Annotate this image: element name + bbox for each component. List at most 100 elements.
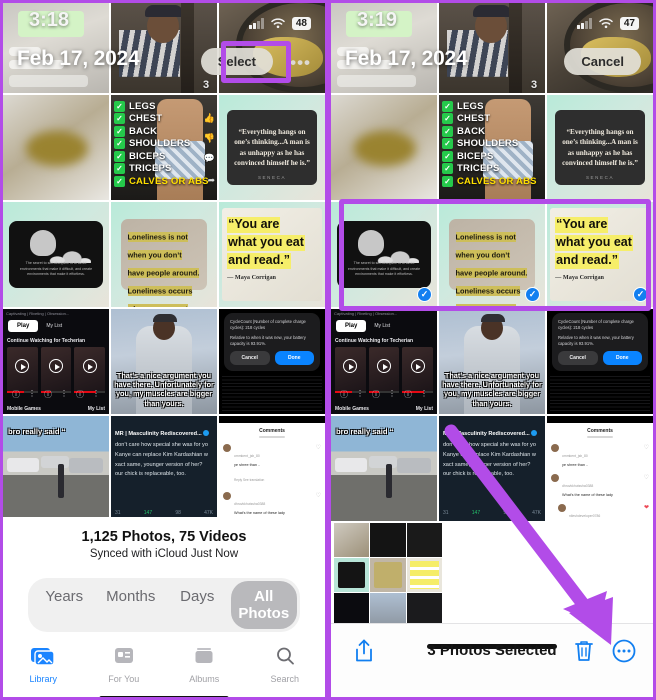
photo-muscle-meme[interactable]: That’s a nice argument you have there. U… xyxy=(111,309,217,414)
selected-check-icon[interactable]: ✓ xyxy=(633,287,648,302)
photo-zen-discipline[interactable]: The secret to self-discipline is to avoi… xyxy=(3,202,109,307)
avatar xyxy=(551,444,559,452)
photo-battery-dialog[interactable]: CycleCount (Number of complete charge cy… xyxy=(219,309,325,414)
photo-blurred-food[interactable] xyxy=(331,95,437,200)
view-count: 47K xyxy=(204,510,213,516)
delete-button[interactable] xyxy=(573,638,595,669)
battery-dialog-card: CycleCount (Number of complete charge cy… xyxy=(224,313,320,371)
photo-seneca-quote[interactable]: “Everything hangs on one’s thinking...A … xyxy=(219,95,325,200)
photo-tweet-screenshot[interactable]: MR | Masculinity Rediscovered... don’t c… xyxy=(439,416,545,521)
heart-icon[interactable]: ♡ xyxy=(316,444,321,486)
search-icon xyxy=(276,647,294,665)
workout-item: ✓ TRICEPS xyxy=(442,163,545,174)
zen-card: The secret to self-discipline is to avoi… xyxy=(9,220,103,289)
segment-months[interactable]: Months xyxy=(98,581,165,629)
thumb[interactable] xyxy=(334,523,370,557)
heart-icon[interactable]: ♡ xyxy=(644,474,649,498)
workout-item: ✓ BACK xyxy=(114,125,217,137)
thumb[interactable] xyxy=(406,523,442,557)
thumb[interactable] xyxy=(370,523,406,557)
photo-instagram-comments[interactable]: Comments ommkent_jsb_80 ye shree than ..… xyxy=(219,416,325,521)
photo-instagram-comments[interactable]: Comments ommkent_jsb_80 ye shree than ..… xyxy=(547,416,653,521)
tab-albums[interactable]: Albums xyxy=(164,646,245,684)
clip-caption: bro really said “ xyxy=(336,427,394,436)
like-count: 98 xyxy=(175,510,181,516)
workout-item: ✓ BICEPS xyxy=(442,150,545,162)
photo-eat-read-quote-selected[interactable]: “You are what you eat and read.” — Maya … xyxy=(547,202,653,307)
thumb[interactable] xyxy=(334,593,370,627)
eat-read-card: “You are what you eat and read.” — Maya … xyxy=(550,208,650,301)
avatar xyxy=(551,474,559,482)
selected-check-icon[interactable]: ✓ xyxy=(417,287,432,302)
workout-item: ✓ TRICEPS xyxy=(114,163,217,174)
play-button: Play xyxy=(336,320,367,332)
photo-tweet-screenshot[interactable]: MR | Masculinity Rediscovered... don’t c… xyxy=(111,416,217,521)
right-header-photo-row: 47 3:19 Feb 17, 2024 Cancel 3 xyxy=(331,3,653,93)
photo-netflix-screenshot[interactable]: Captivating | Riveting | Obsession... Pl… xyxy=(331,309,437,414)
more-actions-button[interactable] xyxy=(611,638,637,669)
retweet-count: 147 xyxy=(143,510,153,516)
photo-eat-read-quote[interactable]: “You are what you eat and read.” — Maya … xyxy=(219,202,325,307)
photo-workout-checklist[interactable]: ✓ LEGS ✓ CHEST ✓ BACK ✓ SHOULDERS ✓ BICEPS ✓ T… xyxy=(439,95,545,200)
photo-muscle-meme[interactable]: That’s a nice argument you have there. U… xyxy=(439,309,545,414)
photo-workout-checklist[interactable]: 👍 👎 💬 ➦ ✓ LEGS ✓ CHEST ✓ BACK ✓ SHOULDERS ✓ B… xyxy=(111,95,217,200)
loneliness-card: Loneliness is not when you don’t have pe… xyxy=(120,218,208,307)
more-circle-icon xyxy=(612,639,636,663)
more-options-icon[interactable]: ••• xyxy=(290,53,311,73)
photo-zen-discipline-selected[interactable]: The secret to self-discipline is to avoi… xyxy=(331,202,437,307)
segment-years[interactable]: Years xyxy=(31,581,98,629)
photo-loneliness-quote-selected[interactable]: Loneliness is not when you don’t have pe… xyxy=(439,202,545,307)
tab-search[interactable]: Search xyxy=(245,646,326,684)
timeline-segmented-control[interactable]: Years Months Days All Photos xyxy=(28,578,300,632)
photo-street-clip[interactable]: bro really said “ xyxy=(3,416,109,521)
tab-bar: Library For You Albums Search xyxy=(3,646,325,684)
loneliness-card: Loneliness is not when you don’t have pe… xyxy=(448,218,536,307)
photo-street-clip[interactable]: bro really said “ xyxy=(331,416,437,521)
check-icon: ✓ xyxy=(114,163,125,174)
date-header: Feb 17, 2024 xyxy=(345,47,468,70)
photo-seneca-quote[interactable]: “Everything hangs on one’s thinking...A … xyxy=(547,95,653,200)
segment-all-photos[interactable]: All Photos xyxy=(230,581,297,629)
thumb[interactable] xyxy=(406,558,442,592)
photo-count-text: 1,125 Photos, 75 Videos xyxy=(81,529,247,545)
photo-netflix-screenshot[interactable]: Captivating | Riveting | Obsession... Pl… xyxy=(3,309,109,414)
dialog-done-button: Done xyxy=(274,351,314,365)
clock-time: 3:19 xyxy=(357,9,398,31)
thumb[interactable] xyxy=(370,558,406,592)
for-you-icon xyxy=(114,648,133,663)
check-icon: ✓ xyxy=(442,100,453,112)
photo-loneliness-quote[interactable]: Loneliness is not when you don’t have pe… xyxy=(111,202,217,307)
photo-blurred-food[interactable] xyxy=(3,95,109,200)
heart-icon[interactable]: ❤ xyxy=(644,504,649,521)
select-button[interactable]: Select xyxy=(200,48,273,75)
signal-bars-icon xyxy=(249,18,264,29)
thumb[interactable] xyxy=(406,593,442,627)
netflix-card xyxy=(74,347,106,393)
battery-indicator: 48 xyxy=(291,17,311,30)
retweet-count: 147 xyxy=(471,510,481,516)
photos-library-icon xyxy=(31,648,55,666)
segment-days[interactable]: Days xyxy=(164,581,231,629)
dialog-cancel-button: Cancel xyxy=(558,351,598,365)
check-icon: ✓ xyxy=(442,150,453,162)
comments-header: Comments xyxy=(219,423,325,441)
workout-item: ✓ SHOULDERS xyxy=(442,138,545,149)
workout-item: ✓ SHOULDERS xyxy=(114,138,217,149)
cancel-button[interactable]: Cancel xyxy=(564,48,641,75)
avatar xyxy=(558,504,566,512)
thumb[interactable] xyxy=(370,593,406,627)
tab-library[interactable]: Library xyxy=(3,646,84,684)
right-grid-row-social: bro really said “ MR | Masculinity Redis… xyxy=(331,416,653,521)
tab-for-you[interactable]: For You xyxy=(84,646,165,684)
selected-check-icon[interactable]: ✓ xyxy=(525,287,540,302)
photo-battery-dialog[interactable]: CycleCount (Number of complete charge cy… xyxy=(547,309,653,414)
netflix-card xyxy=(7,347,38,393)
left-grid-row-workout: 👍 👎 💬 ➦ ✓ LEGS ✓ CHEST ✓ BACK ✓ SHOULDERS ✓ B… xyxy=(3,95,325,200)
workout-item: ✓ LEGS xyxy=(114,100,217,112)
heart-icon[interactable]: ♡ xyxy=(644,444,649,468)
albums-icon xyxy=(195,648,213,663)
view-count: 47K xyxy=(532,510,541,516)
tweet-handle: MR | Masculinity Rediscovered... xyxy=(115,430,213,437)
photo-count-badge: 3 xyxy=(203,79,210,91)
thumb[interactable] xyxy=(334,558,370,592)
